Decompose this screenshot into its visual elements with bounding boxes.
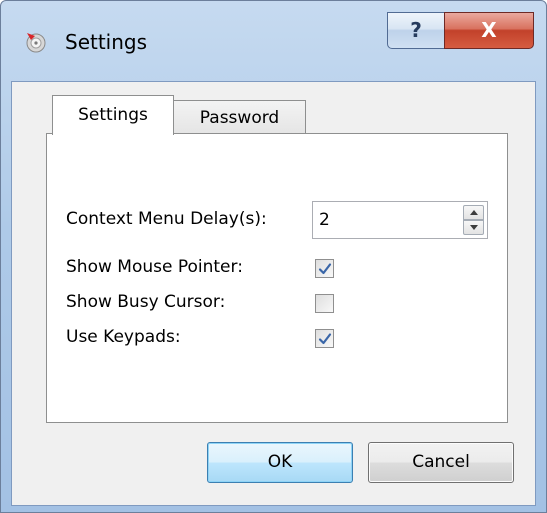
- help-button[interactable]: ?: [387, 12, 445, 49]
- ok-button[interactable]: OK: [207, 442, 353, 483]
- app-icon: [26, 33, 46, 53]
- checkmark-icon: [318, 263, 332, 275]
- window-title: Settings: [65, 30, 148, 54]
- spin-up-arrow-icon[interactable]: [463, 205, 484, 220]
- use-keypads-checkbox[interactable]: [315, 329, 334, 348]
- spin-buttons: [463, 205, 484, 235]
- settings-tab-panel: [46, 133, 508, 423]
- checkmark-icon: [318, 333, 332, 345]
- tab-password[interactable]: Password: [173, 100, 306, 136]
- cancel-button[interactable]: Cancel: [368, 442, 514, 483]
- context-menu-delay-spinbox[interactable]: 2: [312, 201, 488, 239]
- context-menu-delay-label: Context Menu Delay(s):: [66, 209, 267, 229]
- close-button[interactable]: X: [444, 12, 534, 49]
- use-keypads-label: Use Keypads:: [66, 327, 181, 347]
- show-busy-cursor-checkbox[interactable]: [315, 294, 334, 313]
- context-menu-delay-value[interactable]: 2: [319, 210, 330, 230]
- spin-down-arrow-icon[interactable]: [463, 220, 484, 235]
- title-bar[interactable]: Settings ? X: [1, 1, 546, 81]
- show-mouse-pointer-label: Show Mouse Pointer:: [66, 257, 243, 277]
- show-mouse-pointer-checkbox[interactable]: [315, 259, 334, 278]
- tab-settings[interactable]: Settings: [52, 95, 174, 135]
- show-busy-cursor-label: Show Busy Cursor:: [66, 292, 226, 312]
